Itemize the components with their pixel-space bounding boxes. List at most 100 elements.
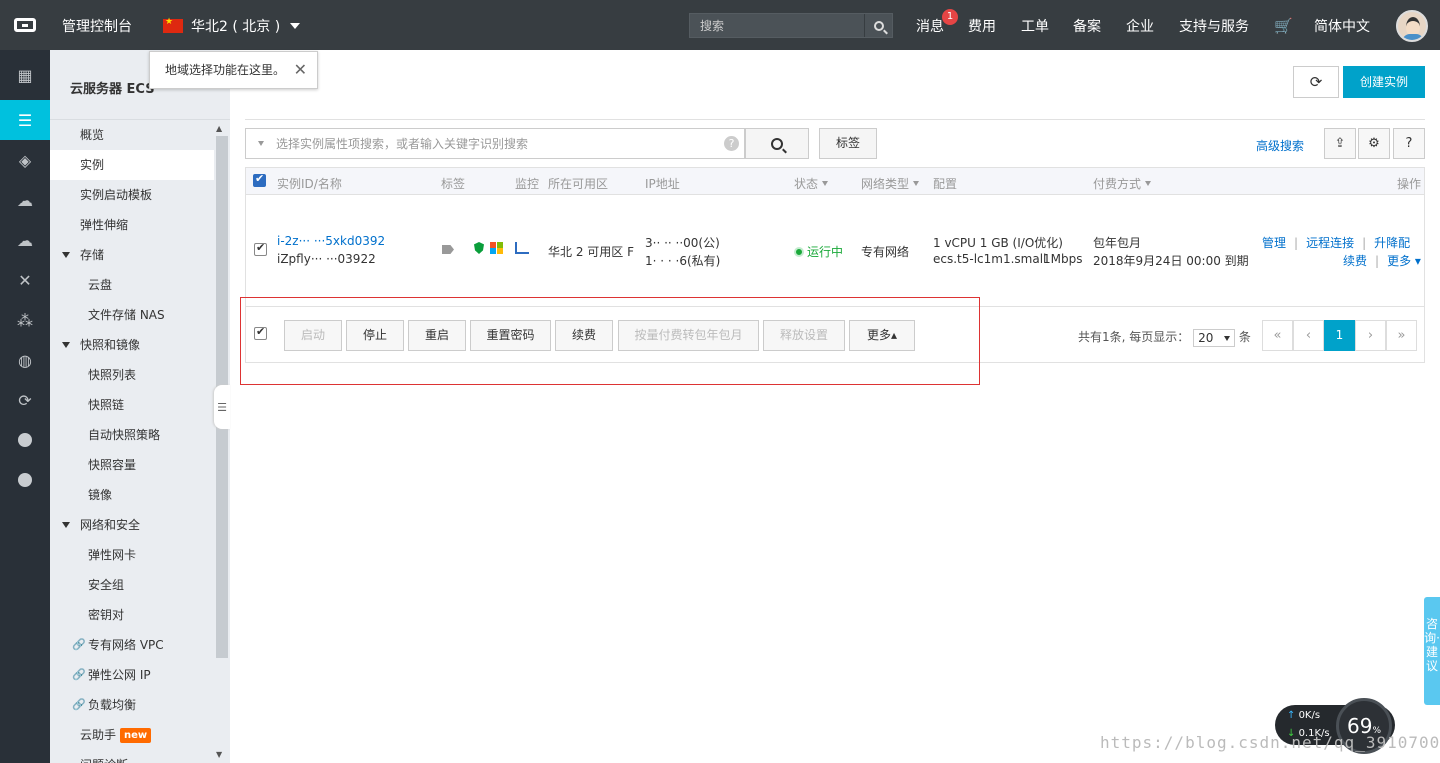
zone-value: 华北 2 可用区 F (548, 245, 634, 259)
help-button[interactable]: ? (1393, 128, 1425, 159)
network-type: 专有网络 (861, 245, 910, 259)
search-button[interactable] (864, 14, 892, 37)
caret-down-icon (62, 342, 70, 348)
ecs-server-icon[interactable]: ☰ (0, 100, 50, 140)
sidebar-group-network[interactable]: 网络和安全 (50, 510, 214, 540)
export-button[interactable]: ⇪ (1324, 128, 1356, 159)
col-billing[interactable]: 付费方式 (1093, 175, 1152, 192)
tools-icon[interactable]: ✕ (0, 260, 50, 300)
sidebar-item-auto-snapshot[interactable]: 自动快照策略 (50, 420, 214, 450)
external-link-icon: 🔗 (72, 698, 86, 711)
service-icon[interactable]: ⟳ (0, 380, 50, 420)
sidebar-item-security-groups[interactable]: 安全组 (50, 570, 214, 600)
close-icon[interactable]: ✕ (294, 52, 307, 88)
col-network[interactable]: 网络类型 (861, 175, 920, 192)
monitor-chart-icon[interactable] (515, 242, 529, 257)
page-1-button[interactable]: 1 (1324, 320, 1355, 351)
manage-link[interactable]: 管理 (1262, 236, 1286, 250)
instance-name: iZpfly··· ···03922 (277, 252, 376, 266)
create-instance-button[interactable]: 创建实例 (1343, 66, 1425, 98)
search-icon (873, 20, 884, 31)
refresh-button[interactable]: ⟳ (1293, 66, 1339, 98)
nav-messages[interactable]: 消息 (916, 16, 944, 36)
scroll-up-icon[interactable]: ▲ (216, 124, 222, 133)
avatar[interactable] (1396, 10, 1428, 42)
filter-dropdown-icon[interactable] (258, 141, 264, 146)
nav-billing[interactable]: 费用 (968, 16, 996, 36)
aliyun-logo-icon[interactable] (0, 0, 50, 50)
help-icon[interactable]: ? (724, 136, 739, 151)
instance-search-button[interactable] (745, 128, 809, 159)
first-page-button[interactable]: « (1262, 320, 1293, 351)
ecs-sidebar: 云服务器 ECS 概览 实例 实例启动模板 弹性伸缩 存储 云盘 文件存储 NA… (50, 50, 230, 763)
cloud-icon[interactable]: ☁ (0, 180, 50, 220)
region-selector[interactable]: 华北2 ( 北京 ) (163, 16, 301, 36)
tag-filter-button[interactable]: 标签 (819, 128, 877, 159)
sidebar-item-snapshot-list[interactable]: 快照列表 (50, 360, 214, 390)
console-title[interactable]: 管理控制台 (62, 16, 132, 36)
row-actions-line2: 续费 | 更多 ▾ (1343, 254, 1421, 268)
sidebar-item-launch-templates[interactable]: 实例启动模板 (50, 180, 214, 210)
more-label: 更多 (1387, 254, 1412, 268)
renew-link[interactable]: 续费 (1343, 254, 1367, 268)
sidebar-item-instances[interactable]: 实例 (50, 150, 214, 180)
next-page-button[interactable]: › (1355, 320, 1386, 351)
scroll-down-icon[interactable]: ▼ (216, 750, 222, 759)
sidebar-item-disks[interactable]: 云盘 (50, 270, 214, 300)
sidebar-item-vpc[interactable]: 🔗 专有网络 VPC (50, 630, 214, 660)
sidebar-item-autoscaling[interactable]: 弹性伸缩 (50, 210, 214, 240)
watermark: https://blog.csdn.net/qq_39107008 (1100, 733, 1440, 752)
help-icon: ? (1405, 136, 1413, 151)
nav-tickets[interactable]: 工单 (1021, 16, 1049, 36)
product-dot-icon[interactable] (0, 420, 50, 460)
tag-icon[interactable] (442, 243, 454, 257)
globe-icon[interactable]: ◍ (0, 340, 50, 380)
last-page-button[interactable]: » (1386, 320, 1417, 351)
resize-link[interactable]: 升降配 (1374, 236, 1410, 250)
cluster-icon[interactable]: ⁂ (0, 300, 50, 340)
col-billing-label: 付费方式 (1093, 177, 1142, 191)
cart-icon[interactable]: 🛒 (1274, 17, 1293, 35)
sidebar-item-cloud-assistant[interactable]: 云助手 new (50, 720, 214, 750)
instance-id-link[interactable]: i-2z··· ···5xkd0392 (277, 234, 385, 248)
sidebar-item-overview[interactable]: 概览 (50, 120, 214, 150)
sidebar-item-eni[interactable]: 弹性网卡 (50, 540, 214, 570)
nav-support[interactable]: 支持与服务 (1179, 16, 1249, 36)
product-dot-icon[interactable] (0, 460, 50, 500)
sidebar-item-eip[interactable]: 🔗 弹性公网 IP (50, 660, 214, 690)
nav-language[interactable]: 简体中文 (1314, 16, 1370, 36)
sidebar-collapse-icon[interactable]: ☰ (214, 385, 230, 429)
global-search-input[interactable] (690, 14, 866, 37)
gear-icon: ⚙ (1368, 136, 1380, 151)
col-status[interactable]: 状态 (794, 175, 829, 192)
remote-connect-link[interactable]: 远程连接 (1306, 236, 1354, 250)
grid-menu-icon[interactable]: ▦ (0, 55, 50, 95)
sidebar-item-snapshot-capacity[interactable]: 快照容量 (50, 450, 214, 480)
consult-suggest-tab[interactable]: 咨询·建议 (1424, 597, 1440, 705)
page-size-select[interactable]: 20 (1193, 328, 1236, 347)
select-all-checkbox[interactable] (253, 172, 266, 187)
sidebar-group-snapshots[interactable]: 快照和镜像 (50, 330, 214, 360)
cloud-upload-icon[interactable]: ☁ (0, 220, 50, 260)
sidebar-item-diagnostics[interactable]: 问题诊断 (50, 750, 214, 763)
instance-search-input[interactable] (276, 129, 716, 158)
nav-icp[interactable]: 备案 (1073, 16, 1101, 36)
col-status-label: 状态 (794, 177, 819, 191)
more-actions-link[interactable]: 更多 ▾ (1387, 254, 1421, 268)
sidebar-item-key-pairs[interactable]: 密钥对 (50, 600, 214, 630)
pagination-summary: 共有1条, 每页显示： 20 条 (1078, 328, 1251, 347)
sidebar-item-nas[interactable]: 文件存储 NAS (50, 300, 214, 330)
settings-button[interactable]: ⚙ (1358, 128, 1390, 159)
prev-page-button[interactable]: ‹ (1293, 320, 1324, 351)
security-icon[interactable]: ◈ (0, 140, 50, 180)
sidebar-item-snapshot-chain[interactable]: 快照链 (50, 390, 214, 420)
sidebar-group-storage[interactable]: 存储 (50, 240, 214, 270)
sidebar-item-images[interactable]: 镜像 (50, 480, 214, 510)
sidebar-group-label: 网络和安全 (80, 518, 141, 532)
upload-speed-value: 0K/s (1298, 710, 1321, 721)
row-actions-line1: 管理 | 远程连接 | 升降配 (1262, 236, 1411, 250)
row-checkbox[interactable] (254, 241, 267, 256)
nav-enterprise[interactable]: 企业 (1126, 16, 1154, 36)
sidebar-item-slb[interactable]: 🔗 负载均衡 (50, 690, 214, 720)
advanced-search-link[interactable]: 高级搜索 (1256, 137, 1304, 154)
